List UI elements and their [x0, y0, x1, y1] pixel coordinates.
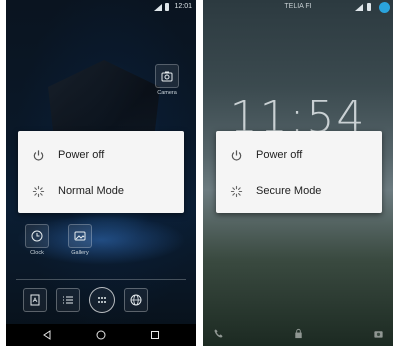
loading-spinner-icon [229, 184, 243, 198]
power-off-option[interactable]: Power off [18, 137, 184, 173]
loading-spinner-icon [31, 184, 45, 198]
browser-icon[interactable] [124, 288, 148, 312]
power-off-label: Power off [58, 149, 105, 161]
power-off-label: Power off [256, 149, 303, 161]
app-clock[interactable]: Clock [19, 224, 55, 256]
phone-screen-secure: TELIA FI 11:54 Power off Secure Mode [203, 0, 393, 346]
contacts-icon[interactable] [23, 288, 47, 312]
recents-icon[interactable] [148, 328, 162, 342]
signal-icon [355, 4, 363, 11]
battery-icon [367, 3, 371, 11]
signal-icon [154, 4, 162, 11]
phone-icon[interactable] [211, 326, 225, 340]
home-icon[interactable] [94, 328, 108, 342]
status-time: 12:01 [174, 3, 192, 10]
dock-divider [16, 279, 186, 280]
battery-icon [165, 3, 169, 11]
list-icon[interactable] [56, 288, 80, 312]
app-label-camera: Camera [157, 90, 177, 96]
power-icon [229, 148, 243, 162]
power-menu-dialog: Power off Normal Mode [18, 131, 184, 213]
power-icon [31, 148, 45, 162]
phone-screen-normal: 12:01 Camera Clock Gallery Power off Nor… [6, 0, 196, 346]
app-label-gallery: Gallery [71, 250, 89, 256]
power-menu-dialog: Power off Secure Mode [216, 131, 382, 213]
secure-mode-label: Secure Mode [256, 185, 322, 197]
normal-mode-label: Normal Mode [58, 185, 125, 197]
power-off-option[interactable]: Power off [216, 137, 382, 173]
normal-mode-option[interactable]: Normal Mode [18, 173, 184, 209]
carrier-name: TELIA FI [284, 3, 312, 10]
navigation-bar [6, 324, 196, 346]
secure-mode-option[interactable]: Secure Mode [216, 173, 382, 209]
lock-icon [291, 326, 305, 340]
status-bar: 12:01 [6, 0, 196, 14]
camera-icon[interactable] [371, 326, 385, 340]
app-camera[interactable]: Camera [149, 64, 185, 96]
app-label-clock: Clock [30, 250, 44, 256]
camera-icon [155, 64, 179, 88]
gallery-icon [68, 224, 92, 248]
app-drawer-icon[interactable] [89, 287, 115, 313]
status-bar: TELIA FI [203, 0, 393, 14]
account-icon[interactable] [379, 2, 390, 13]
clock-icon [25, 224, 49, 248]
app-gallery[interactable]: Gallery [62, 224, 98, 256]
back-icon[interactable] [40, 328, 54, 342]
